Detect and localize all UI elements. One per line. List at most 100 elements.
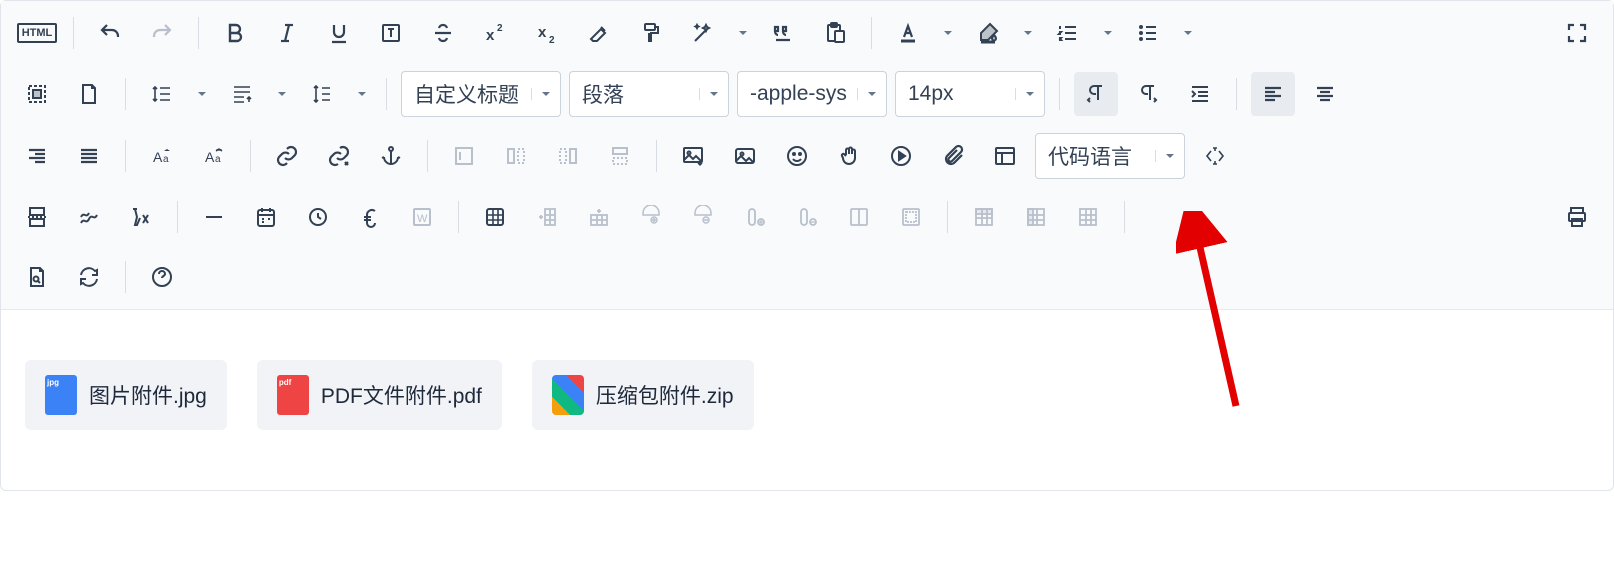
image-button[interactable] — [671, 134, 715, 178]
svg-text:2: 2 — [549, 35, 555, 45]
svg-text:W: W — [417, 213, 428, 225]
attachment-item[interactable]: jpg 图片附件.jpg — [25, 360, 227, 430]
dropdown-caret[interactable] — [1178, 11, 1198, 55]
font-increase-button[interactable]: Aa — [192, 134, 236, 178]
insert-col-left-button — [525, 195, 569, 239]
col-after-button — [546, 134, 590, 178]
line-height-button[interactable] — [300, 72, 344, 116]
headings-select[interactable]: 自定义标题 — [401, 71, 561, 117]
font-size-select[interactable]: 14px — [895, 71, 1045, 117]
layout-button[interactable] — [983, 134, 1027, 178]
undo-button[interactable] — [88, 11, 132, 55]
unordered-list-button[interactable] — [1126, 11, 1170, 55]
erase-format-button[interactable] — [577, 11, 621, 55]
svg-text:x: x — [538, 24, 547, 41]
separator — [198, 17, 199, 49]
video-button[interactable] — [879, 134, 923, 178]
block-format-select[interactable]: 段落 — [569, 71, 729, 117]
table-button[interactable] — [473, 195, 517, 239]
align-justify-button[interactable] — [67, 134, 111, 178]
fullscreen-button[interactable] — [1555, 11, 1599, 55]
text-color-button[interactable] — [886, 11, 930, 55]
insert-row-below-button — [629, 195, 673, 239]
anchor-button[interactable] — [369, 134, 413, 178]
select-all-button[interactable] — [15, 72, 59, 116]
emoji-button[interactable] — [775, 134, 819, 178]
separator — [427, 140, 428, 172]
row-disabled-button — [598, 134, 642, 178]
bold-button[interactable] — [213, 11, 257, 55]
dropdown-caret[interactable] — [733, 11, 753, 55]
dropdown-caret[interactable] — [1018, 11, 1038, 55]
date-button[interactable] — [244, 195, 288, 239]
redo-button[interactable] — [140, 11, 184, 55]
gesture-button[interactable] — [827, 134, 871, 178]
font-decrease-button[interactable]: Aa — [140, 134, 184, 178]
scribble-button[interactable] — [67, 195, 111, 239]
ordered-list-button[interactable] — [1046, 11, 1090, 55]
align-left-button[interactable] — [1251, 72, 1295, 116]
attachment-item[interactable]: 压缩包附件.zip — [532, 360, 754, 430]
font-family-select[interactable]: -apple-sys — [737, 71, 887, 117]
paragraph-spacing-button[interactable] — [220, 72, 264, 116]
strikethrough-button[interactable] — [421, 11, 465, 55]
time-button[interactable] — [296, 195, 340, 239]
col-before-button — [494, 134, 538, 178]
align-center-button[interactable] — [1303, 72, 1347, 116]
line-spacing-button[interactable] — [140, 72, 184, 116]
separator — [1236, 78, 1237, 110]
textbox-button[interactable] — [369, 11, 413, 55]
help-button[interactable] — [140, 255, 184, 299]
indent-button[interactable] — [1178, 72, 1222, 116]
underline-button[interactable] — [317, 11, 361, 55]
separator — [125, 78, 126, 110]
attachment-name: 压缩包附件.zip — [596, 380, 734, 410]
formula-button[interactable] — [119, 195, 163, 239]
dropdown-caret[interactable] — [192, 72, 212, 116]
paste-button[interactable] — [813, 11, 857, 55]
dropdown-caret[interactable] — [272, 72, 292, 116]
rich-text-editor: HTML x2 x2 — [0, 0, 1614, 491]
new-page-button[interactable] — [67, 72, 111, 116]
superscript-button[interactable]: x2 — [473, 11, 517, 55]
code-language-select[interactable]: 代码语言 — [1035, 133, 1185, 179]
separator — [177, 201, 178, 233]
table-grid-button — [1066, 195, 1110, 239]
dropdown-caret[interactable] — [1098, 11, 1118, 55]
horizontal-rule-button[interactable] — [192, 195, 236, 239]
svg-text:A: A — [153, 149, 163, 165]
separator — [871, 17, 872, 49]
currency-button[interactable] — [348, 195, 392, 239]
attachment-button[interactable] — [931, 134, 975, 178]
preview-button[interactable] — [15, 255, 59, 299]
link-button[interactable] — [265, 134, 309, 178]
image-gallery-button[interactable] — [723, 134, 767, 178]
italic-button[interactable] — [265, 11, 309, 55]
html-source-button[interactable]: HTML — [15, 11, 59, 55]
attachment-item[interactable]: pdf PDF文件附件.pdf — [257, 360, 502, 430]
separator — [125, 261, 126, 293]
page-break-button[interactable] — [15, 195, 59, 239]
magic-wand-button[interactable] — [681, 11, 725, 55]
format-painter-button[interactable] — [629, 11, 673, 55]
svg-text:x: x — [486, 27, 495, 44]
merge-cell-button — [889, 195, 933, 239]
refresh-button[interactable] — [67, 255, 111, 299]
rtl-button[interactable] — [1126, 72, 1170, 116]
align-right-button[interactable] — [15, 134, 59, 178]
background-color-button[interactable] — [966, 11, 1010, 55]
editor-content[interactable]: jpg 图片附件.jpg pdf PDF文件附件.pdf 压缩包附件.zip — [1, 310, 1613, 490]
dropdown-caret[interactable] — [352, 72, 372, 116]
table-col-header-button — [1014, 195, 1058, 239]
code-block-button[interactable] — [1193, 134, 1237, 178]
subscript-button[interactable]: x2 — [525, 11, 569, 55]
unlink-button[interactable] — [317, 134, 361, 178]
ltr-button[interactable] — [1074, 72, 1118, 116]
dropdown-caret[interactable] — [938, 11, 958, 55]
print-button[interactable] — [1555, 195, 1599, 239]
separator — [125, 140, 126, 172]
insert-col-right-button — [733, 195, 777, 239]
jpg-file-icon: jpg — [45, 375, 77, 415]
svg-text:a: a — [215, 154, 221, 165]
quote-button[interactable] — [761, 11, 805, 55]
